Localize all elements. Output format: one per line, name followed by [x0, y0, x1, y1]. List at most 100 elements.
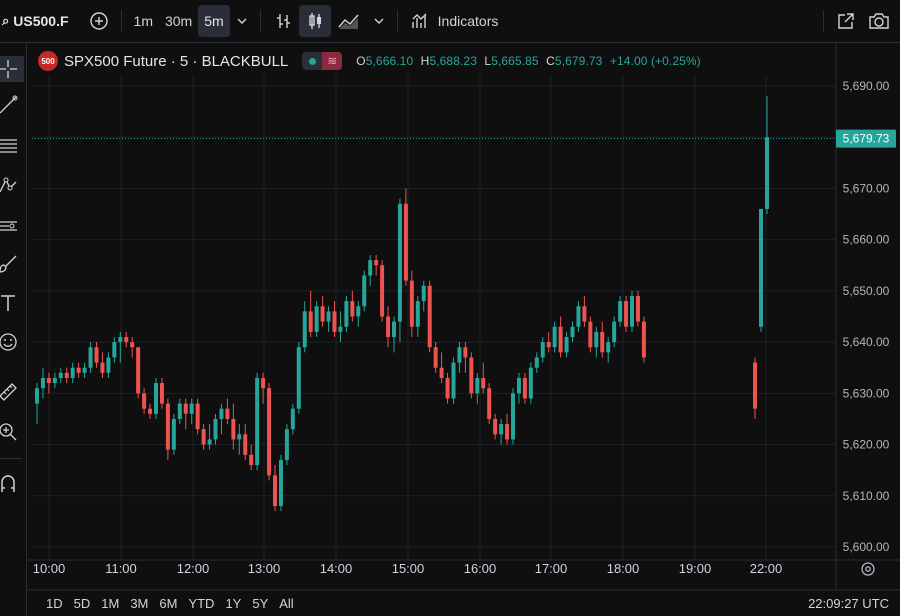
market-status-toggle[interactable]: ≋: [302, 52, 343, 70]
interval-5m[interactable]: 5m: [198, 5, 230, 37]
candle-body: [594, 331, 599, 348]
forecast-tool[interactable]: [0, 213, 24, 239]
pattern-tool[interactable]: [0, 173, 24, 199]
candle-body: [588, 321, 593, 348]
candle: [290, 403, 295, 435]
candle: [552, 321, 557, 353]
range-3m[interactable]: 3M: [130, 596, 148, 611]
candle: [588, 316, 593, 353]
chart-style-dropdown[interactable]: [367, 5, 391, 37]
symbol-search[interactable]: ⌕ US500.F: [2, 13, 69, 29]
candle-body: [177, 403, 182, 419]
horizontal-lines-icon: [0, 139, 17, 153]
emoji-tool[interactable]: [0, 329, 24, 355]
magnet-tool[interactable]: [0, 471, 24, 497]
toolbar-divider: [0, 458, 22, 459]
compare-symbol-button[interactable]: [83, 5, 115, 37]
candle: [308, 290, 313, 337]
candles-style-button[interactable]: [298, 5, 331, 37]
price-tick-label: 5,660.00: [843, 233, 890, 247]
candle: [237, 424, 242, 455]
candle: [52, 372, 57, 389]
chevron-down-icon: [237, 18, 247, 24]
price-tick-label: 5,650.00: [843, 284, 890, 298]
utc-clock[interactable]: 22:09:27 UTC: [808, 596, 889, 611]
indicators-button[interactable]: Indicators: [404, 5, 505, 37]
time-tick-label: 22:00: [750, 561, 783, 576]
area-style-button[interactable]: [331, 5, 367, 37]
interval-1m[interactable]: 1m: [128, 5, 159, 37]
brush-tool[interactable]: [0, 251, 24, 277]
candle: [624, 296, 629, 332]
price-tick-label: 5,610.00: [843, 489, 890, 503]
candle-body: [564, 336, 569, 353]
candle: [82, 362, 87, 378]
candle: [635, 290, 640, 327]
range-5y[interactable]: 5Y: [252, 596, 268, 611]
time-tick-label: 14:00: [320, 561, 353, 576]
range-5d[interactable]: 5D: [74, 596, 91, 611]
candle: [421, 280, 426, 312]
candle-body: [136, 347, 141, 394]
top-toolbar: ⌕ US500.F 1m 30m 5m Indicators: [0, 0, 900, 43]
candle: [326, 306, 331, 332]
candle: [374, 255, 379, 276]
candle-body: [82, 367, 87, 373]
trend-line-tool[interactable]: [0, 92, 24, 118]
candle-body: [148, 408, 153, 414]
candle: [302, 301, 307, 353]
candle-body: [759, 208, 763, 327]
time-axis[interactable]: 10:00 11:00 12:00 13:00 14:00 15:00 16:00 17:00…: [33, 561, 783, 576]
range-ytd[interactable]: YTD: [188, 596, 214, 611]
low-value: 5,665.85: [491, 54, 539, 68]
interval-30m[interactable]: 30m: [159, 5, 198, 37]
expand-icon: [838, 13, 854, 29]
candle-body: [534, 357, 539, 368]
range-1m[interactable]: 1M: [101, 596, 119, 611]
legend-title[interactable]: SPX500 Future · 5 · BLACKBULL: [64, 53, 288, 70]
snapshot-button[interactable]: [862, 5, 896, 37]
range-1d[interactable]: 1D: [46, 596, 63, 611]
candle-body: [427, 285, 432, 348]
candle-body: [516, 377, 521, 394]
range-6m[interactable]: 6M: [159, 596, 177, 611]
zoom-tool[interactable]: [0, 419, 24, 445]
range-1y[interactable]: 1Y: [225, 596, 241, 611]
crosshair-tool[interactable]: [0, 56, 24, 82]
price-axis[interactable]: 5,600.00 5,610.00 5,620.00 5,630.00 5,640.00…: [843, 79, 890, 554]
candle: [540, 336, 545, 363]
candle-body: [183, 403, 188, 414]
interval-dropdown[interactable]: [230, 5, 254, 37]
candle-body: [94, 347, 99, 363]
candle-body: [641, 321, 646, 358]
text-tool[interactable]: [0, 290, 24, 316]
candle: [546, 331, 551, 353]
ruler-tool[interactable]: [0, 379, 24, 405]
candle-body: [326, 311, 331, 322]
axis-settings-icon[interactable]: [861, 562, 875, 576]
change-value: +14.00 (+0.25%): [609, 54, 701, 68]
wave-icon: ≋: [322, 52, 343, 70]
candle-body: [499, 424, 504, 435]
candle-body: [88, 347, 93, 368]
candle-body: [100, 362, 105, 373]
candle-body: [463, 347, 468, 358]
candle-body: [314, 306, 319, 332]
candle-body: [540, 342, 545, 358]
fib-tool[interactable]: [0, 133, 24, 159]
candle-body: [70, 367, 75, 378]
bars-style-button[interactable]: [267, 5, 299, 37]
price-tick-label: 5,690.00: [843, 79, 890, 93]
candle-body: [439, 367, 444, 378]
candles: [35, 96, 769, 512]
candle-body: [392, 321, 396, 337]
price-label: 5,679.73: [836, 129, 896, 148]
candle: [94, 342, 99, 368]
fullscreen-button[interactable]: [830, 5, 862, 37]
candle-body: [165, 403, 170, 450]
candle: [451, 357, 456, 404]
price-chart[interactable]: 5,600.00 5,610.00 5,620.00 5,630.00 5,640.00…: [0, 0, 900, 616]
range-all[interactable]: All: [279, 596, 293, 611]
candle-body: [189, 403, 194, 414]
candle-body: [344, 301, 349, 327]
